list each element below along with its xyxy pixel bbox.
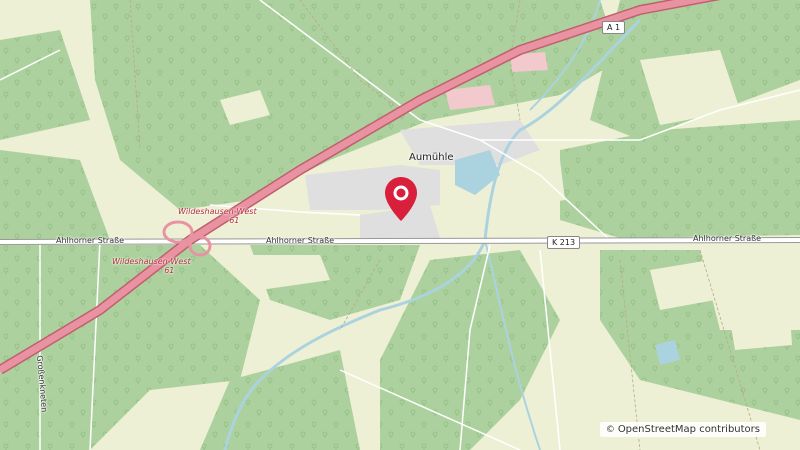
street-label-middle: Ahlhorner Straße: [266, 236, 335, 245]
map-view[interactable]: Aumühle Ahlhorner Straße Ahlhorner Straß…: [0, 0, 800, 450]
motorway-shield: A 1: [602, 21, 626, 34]
map-tiles: [0, 0, 800, 450]
village-label: Aumühle: [409, 152, 454, 163]
attribution-text[interactable]: OpenStreetMap contributors: [618, 424, 760, 435]
junction-label-lower: Wildeshausen-West 61: [112, 257, 191, 275]
map-pin-icon[interactable]: [384, 176, 418, 222]
junction-label-upper: Wildeshausen-West 61: [178, 207, 257, 225]
county-road-shield: K 213: [547, 236, 581, 249]
street-label-left: Ahlhorner Straße: [56, 236, 125, 245]
copyright-symbol: ©: [605, 425, 615, 435]
street-label-right: Ahlhorner Straße: [693, 234, 762, 243]
map-attribution[interactable]: © OpenStreetMap contributors: [599, 422, 766, 437]
